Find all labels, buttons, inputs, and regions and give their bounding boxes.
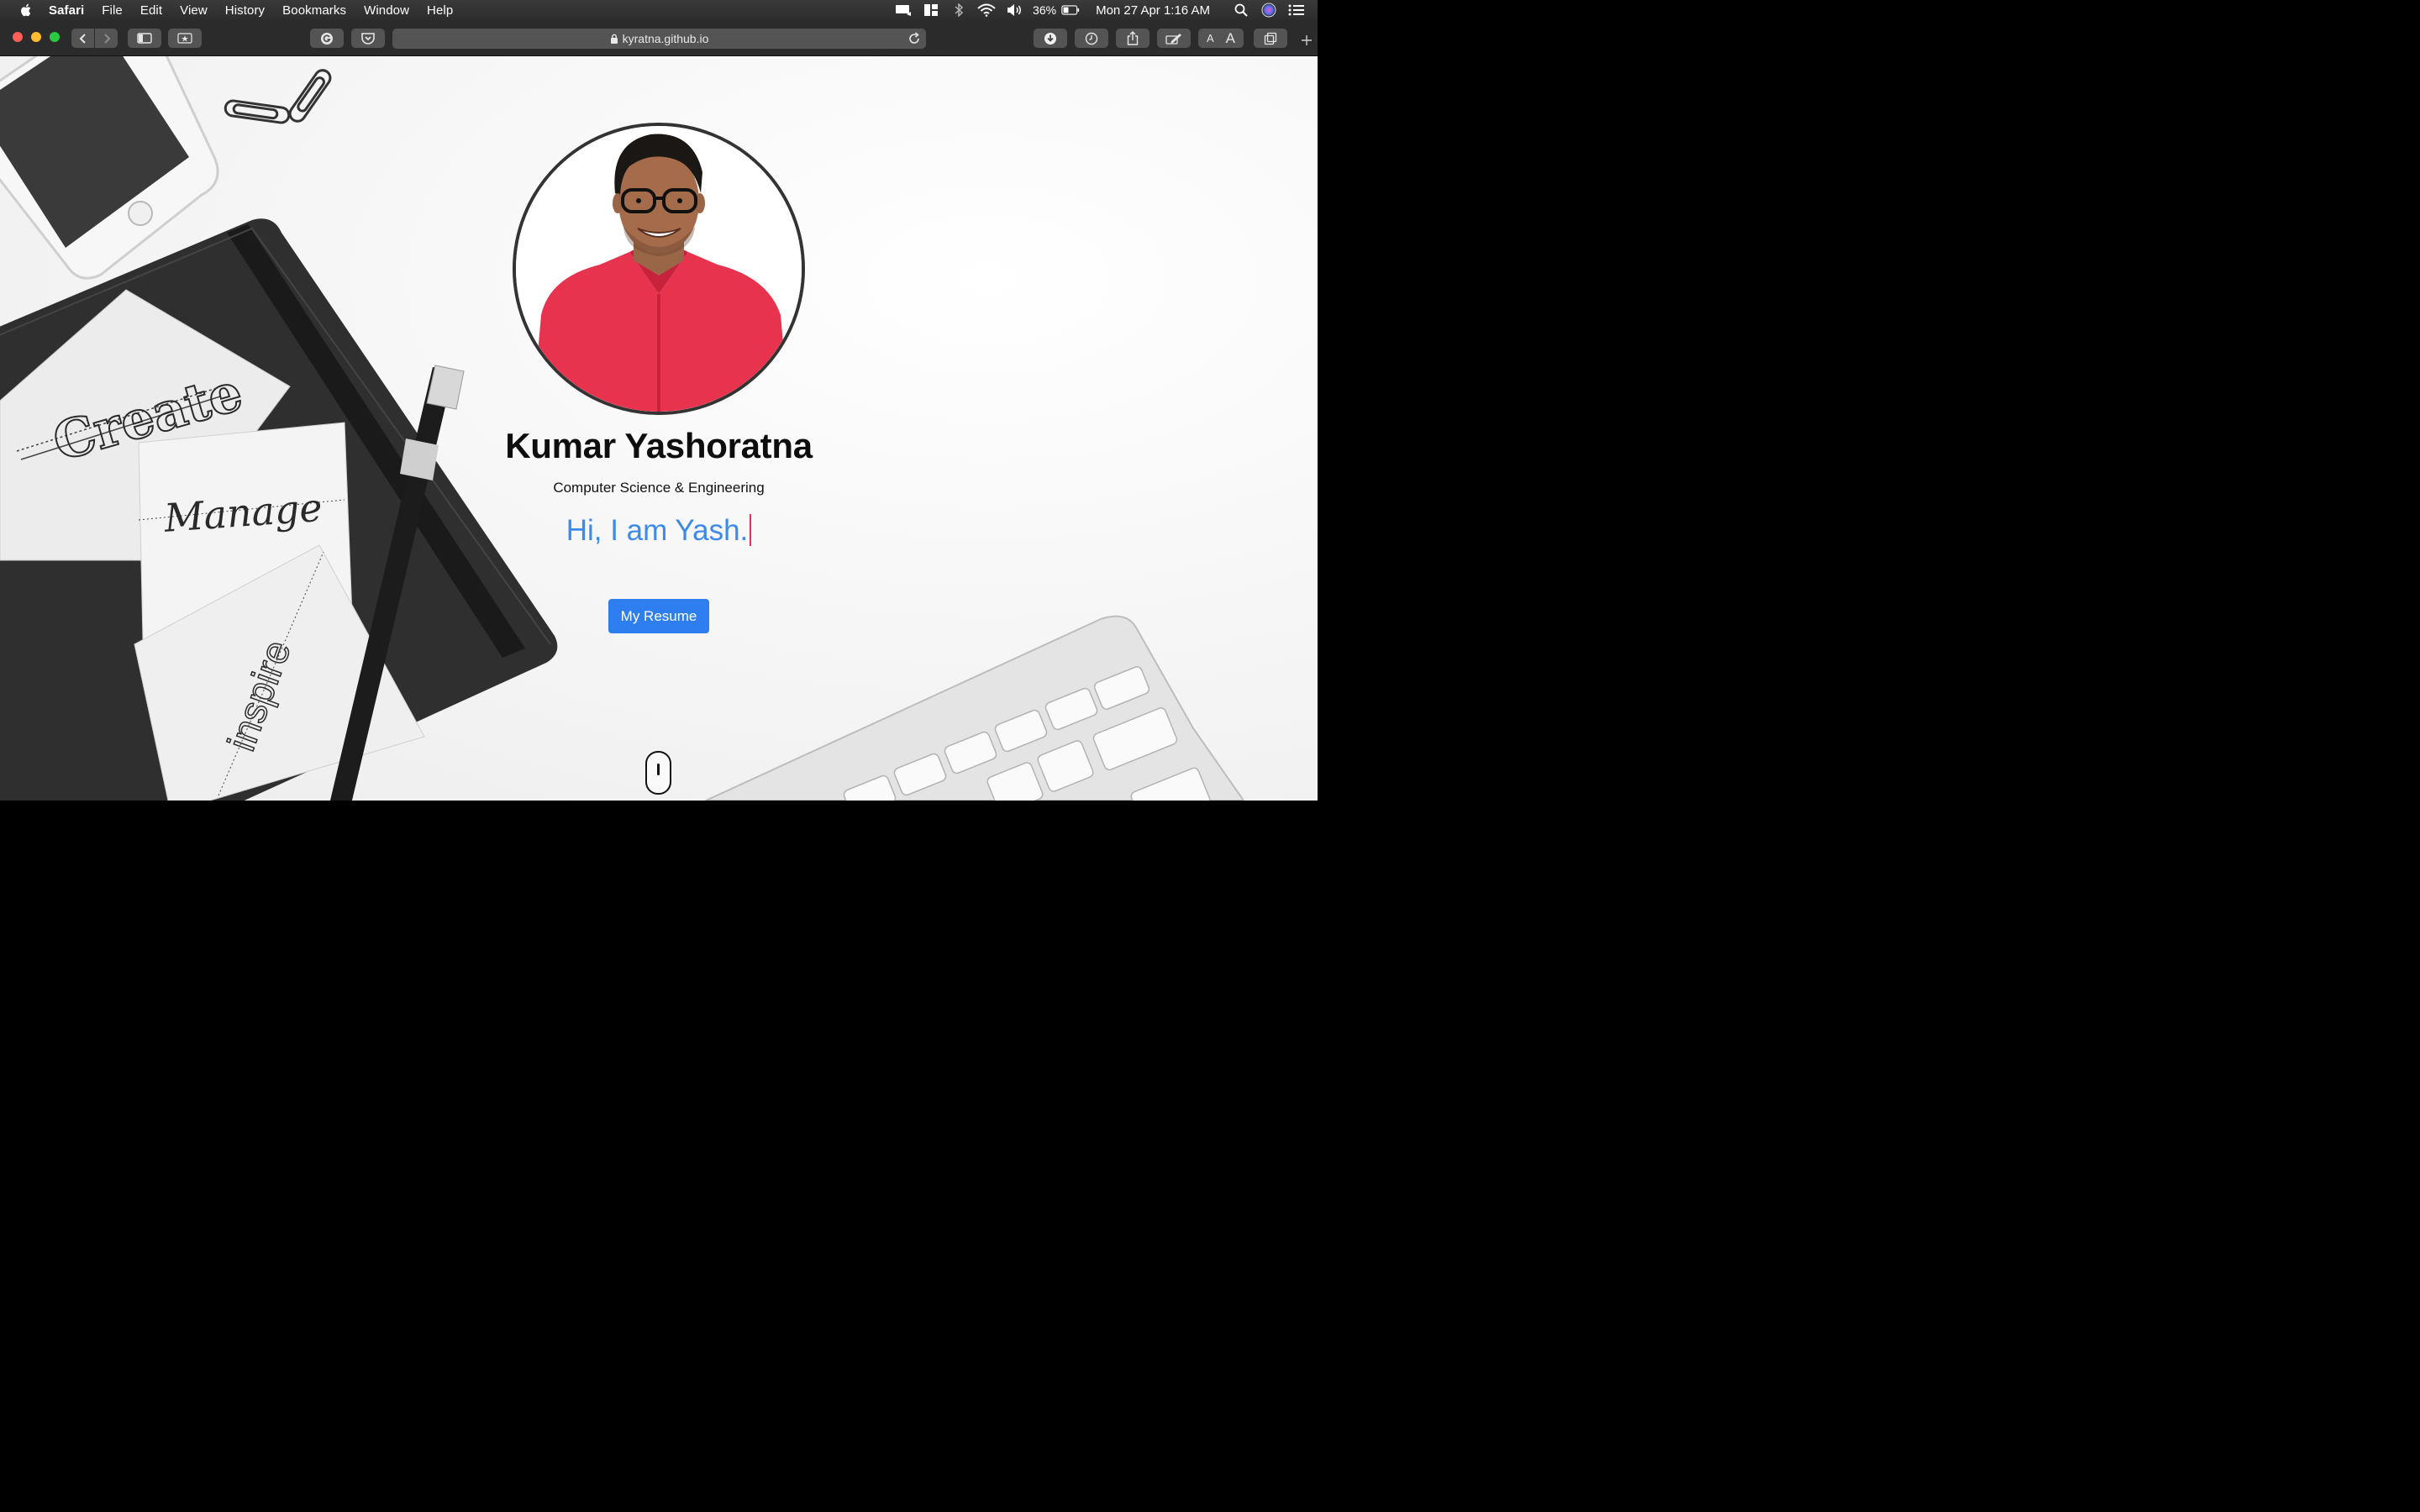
bluetooth-icon[interactable] [950, 3, 968, 17]
dock-edge [0, 801, 1318, 823]
pocket-extension-button[interactable] [351, 29, 385, 48]
wifi-icon[interactable] [977, 3, 996, 17]
top-sites-button[interactable] [168, 29, 202, 48]
grammarly-icon [321, 32, 333, 45]
menu-window[interactable]: Window [364, 3, 409, 18]
menu-file[interactable]: File [102, 3, 123, 18]
resume-button[interactable]: My Resume [608, 599, 709, 633]
clock-icon [1085, 32, 1098, 45]
volume-icon[interactable] [1005, 3, 1023, 17]
profile-avatar [513, 123, 805, 415]
back-button[interactable] [71, 29, 94, 48]
battery-icon[interactable] [1061, 3, 1080, 17]
new-tab-button[interactable] [1298, 32, 1315, 49]
siri-icon[interactable] [1260, 3, 1278, 18]
text-size-buttons: A A [1198, 29, 1244, 48]
text-larger-button[interactable]: A [1226, 30, 1235, 47]
address-bar[interactable]: kyratna.github.io [392, 29, 926, 49]
window-minimize-button[interactable] [31, 32, 41, 42]
menu-app-name[interactable]: Safari [49, 3, 84, 18]
share-icon [1127, 31, 1139, 45]
scroll-wheel [656, 764, 660, 775]
sidebar-toggle-button[interactable] [128, 29, 161, 48]
lock-icon [610, 34, 618, 44]
menu-edit[interactable]: Edit [140, 3, 162, 18]
sidebar-icon [137, 33, 152, 44]
window-zoom-button[interactable] [50, 32, 60, 42]
history-button[interactable] [1075, 29, 1108, 48]
pocket-icon [361, 33, 375, 45]
markup-pen-icon [1165, 33, 1181, 45]
menu-history[interactable]: History [225, 3, 265, 18]
share-button[interactable] [1116, 29, 1150, 48]
forward-button[interactable] [95, 29, 118, 48]
notification-icon[interactable] [894, 3, 913, 17]
menu-bookmarks[interactable]: Bookmarks [282, 3, 346, 18]
tabs-icon [1264, 32, 1277, 45]
browser-toolbar: kyratna.github.io A A [0, 20, 1318, 56]
plus-icon [1302, 35, 1312, 45]
reload-icon[interactable] [908, 32, 921, 45]
menubar-clock[interactable]: Mon 27 Apr 1:16 AM [1096, 3, 1210, 18]
typed-greeting: Hi, I am Yash. [0, 514, 1318, 548]
tab-overview-button[interactable] [1254, 29, 1287, 48]
text-smaller-button[interactable]: A [1207, 32, 1214, 45]
profile-name: Kumar Yashoratna [505, 426, 813, 465]
url-text: kyratna.github.io [622, 32, 709, 45]
apple-logo-icon[interactable] [18, 3, 34, 18]
grammarly-extension-button[interactable] [310, 29, 344, 48]
profile-subtitle: Computer Science & Engineering [553, 480, 765, 496]
webpage-content: Create Manage inspire Kumar Yashoratna C… [0, 56, 1318, 801]
download-icon [1044, 32, 1056, 45]
battery-percentage: 36% [1033, 3, 1057, 17]
typed-greeting-text: Hi, I am Yash. [566, 514, 749, 547]
chevron-left-icon [79, 33, 86, 44]
menu-bar: Safari File Edit View History Bookmarks … [0, 0, 1318, 20]
menu-help[interactable]: Help [427, 3, 453, 18]
spotlight-search-icon[interactable] [1232, 3, 1250, 17]
typing-cursor [750, 514, 752, 546]
chevron-right-icon [103, 33, 110, 44]
window-layout-icon[interactable] [922, 3, 940, 17]
scroll-down-indicator-icon[interactable] [645, 751, 671, 795]
hero-section: Kumar Yashoratna Computer Science & Engi… [0, 56, 1318, 801]
notification-center-icon[interactable] [1287, 3, 1306, 17]
profile-photo [516, 126, 802, 412]
window-close-button[interactable] [13, 32, 23, 42]
menu-view[interactable]: View [180, 3, 208, 18]
star-icon [177, 33, 192, 44]
markup-button[interactable] [1157, 29, 1191, 48]
downloads-button[interactable] [1034, 29, 1067, 48]
